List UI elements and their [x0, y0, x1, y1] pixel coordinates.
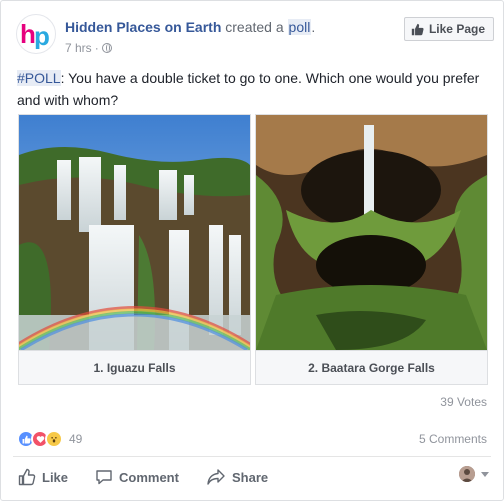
- reactions-summary[interactable]: 49: [17, 430, 82, 448]
- svg-text:p: p: [34, 21, 50, 49]
- post-time[interactable]: 7 hrs: [65, 41, 92, 55]
- comment-icon: [96, 470, 112, 485]
- comments-count-link[interactable]: 5 Comments: [419, 432, 487, 446]
- poll-link[interactable]: poll: [287, 19, 312, 35]
- like-page-button[interactable]: Like Page: [403, 17, 494, 41]
- viewer-avatar: [459, 466, 475, 482]
- poll-option-1[interactable]: 1. Iguazu Falls: [18, 114, 251, 385]
- page-name-link[interactable]: Hidden Places on Earth: [65, 19, 221, 35]
- like-page-label: Like Page: [428, 22, 485, 36]
- iguazu-falls-image: [19, 115, 250, 350]
- chevron-down-icon: [481, 471, 489, 477]
- post-body: : You have a double ticket to go to one.…: [17, 70, 480, 108]
- like-label: Like: [42, 469, 69, 485]
- share-button[interactable]: Share: [206, 465, 268, 489]
- divider: [13, 456, 491, 457]
- poll-option-label: 2. Baatara Gorge Falls: [256, 350, 487, 384]
- wow-reaction-icon: [45, 430, 63, 448]
- period: .: [311, 19, 316, 35]
- post-text: #POLL: You have a double ticket to go to…: [17, 67, 487, 111]
- thumbs-up-icon: [411, 23, 424, 35]
- post-meta: 7 hrs ·: [65, 41, 112, 55]
- hp-logo-icon: h p: [20, 19, 50, 49]
- share-label: Share: [232, 469, 269, 485]
- globe-icon[interactable]: [101, 43, 112, 53]
- baatara-gorge-image: [256, 115, 487, 350]
- viewer-selector[interactable]: [459, 466, 489, 482]
- meta-separator: ·: [94, 41, 99, 55]
- page-avatar[interactable]: h p: [16, 14, 56, 54]
- post-card: h p Hidden Places on Earth created a pol…: [0, 0, 504, 501]
- poll-option-label: 1. Iguazu Falls: [19, 350, 250, 384]
- post-header: Hidden Places on Earth created a poll.: [65, 19, 315, 35]
- action-text: created a: [225, 19, 284, 35]
- hashtag-link[interactable]: #POLL: [17, 70, 61, 86]
- comment-button[interactable]: Comment: [95, 465, 179, 489]
- like-button[interactable]: Like: [18, 465, 68, 489]
- thumbs-up-icon: [18, 468, 36, 486]
- comment-label: Comment: [119, 469, 179, 485]
- reaction-count: 49: [69, 432, 83, 446]
- share-icon: [207, 469, 225, 485]
- vote-count[interactable]: 39 Votes: [440, 395, 487, 409]
- poll-option-2[interactable]: 2. Baatara Gorge Falls: [255, 114, 488, 385]
